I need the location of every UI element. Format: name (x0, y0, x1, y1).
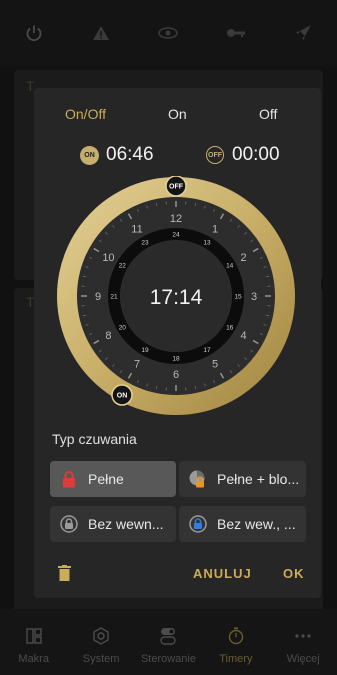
dial-tick (155, 202, 158, 207)
nav-label: Więcej (286, 653, 320, 665)
on-marker-label: ON (117, 393, 128, 400)
mode-selector: On/Off On Off (34, 106, 321, 126)
top-toolbar (0, 0, 337, 66)
more-icon (294, 627, 312, 645)
arming-type-label: Typ czuwania (52, 431, 137, 447)
dial-tick (82, 275, 87, 278)
hour-label: 17 (203, 347, 211, 354)
on-off-times: ON 06:46 OFF 00:00 (34, 142, 321, 170)
bottom-navigation: Makra System Sterowanie Timery Więcej (0, 609, 337, 675)
dial-tick (194, 202, 197, 207)
mode-on-off[interactable]: On/Off (65, 106, 106, 122)
dial-tick (155, 385, 158, 390)
option-label: Pełne + blo... (217, 471, 300, 487)
hour-label: 12 (170, 213, 182, 225)
on-time[interactable]: 06:46 (106, 144, 154, 166)
clock-dial[interactable]: 121234567891011 241314151617181920212223… (56, 176, 296, 416)
mode-on[interactable]: On (168, 106, 187, 122)
mode-off[interactable]: Off (259, 106, 277, 122)
lock-grey-icon (60, 515, 78, 533)
nav-label: System (82, 653, 120, 665)
system-icon (92, 627, 110, 645)
option-full[interactable]: Pełne (50, 461, 176, 497)
nav-timery[interactable]: Timery (204, 609, 268, 675)
nav-sterowanie[interactable]: Sterowanie (136, 609, 200, 675)
hour-label: 15 (234, 293, 242, 300)
cancel-button[interactable]: ANULUJ (193, 566, 252, 581)
dial-tick (82, 314, 87, 317)
off-marker-handle[interactable]: OFF (165, 176, 187, 197)
on-badge-icon: ON (80, 146, 99, 165)
hour-label: 1 (212, 223, 218, 235)
lock-orange-icon (189, 470, 207, 488)
rocket-icon[interactable] (288, 18, 318, 48)
trash-icon[interactable] (58, 565, 71, 586)
option-no-interior[interactable]: Bez wewn... (50, 506, 176, 542)
option-label: Pełne (88, 471, 124, 487)
hour-label: 21 (110, 293, 118, 300)
off-time[interactable]: 00:00 (232, 144, 280, 166)
hour-label: 6 (173, 369, 179, 381)
hour-label: 3 (251, 291, 257, 303)
power-icon[interactable] (19, 18, 49, 48)
dial-tick (265, 275, 270, 278)
hour-label: 9 (95, 291, 101, 303)
hour-label: 23 (141, 240, 149, 247)
dial-tick (265, 314, 270, 317)
option-label: Bez wew., ... (217, 516, 296, 532)
ok-button[interactable]: OK (283, 566, 305, 581)
nav-wiecej[interactable]: Więcej (271, 609, 335, 675)
current-time: 17:14 (150, 286, 203, 309)
hour-label: 19 (141, 347, 149, 354)
hour-label: 14 (226, 262, 234, 269)
hour-label: 13 (203, 240, 211, 247)
timer-icon (227, 627, 245, 645)
key-icon[interactable] (221, 18, 251, 48)
nav-system[interactable]: System (69, 609, 133, 675)
lock-red-icon (60, 470, 78, 488)
macros-icon (25, 627, 43, 645)
control-icon (159, 627, 177, 645)
hour-label: 4 (240, 330, 246, 342)
off-marker-label: OFF (169, 184, 184, 191)
hour-label: 22 (119, 262, 127, 269)
hour-label: 8 (105, 330, 111, 342)
hour-label: 16 (226, 324, 234, 331)
timer-dialog: On/Off On Off ON 06:46 OFF 00:00 12 1 2 3 4 5… (34, 88, 321, 598)
nav-label: Sterowanie (140, 653, 196, 665)
hour-label: 11 (131, 223, 142, 235)
hour-label: 10 (102, 252, 114, 264)
hour-label: 2 (240, 252, 246, 264)
option-full-block[interactable]: Pełne + blo... (179, 461, 306, 497)
eye-icon[interactable] (153, 18, 183, 48)
lock-blue-icon (189, 515, 207, 533)
hour-label: 7 (134, 359, 140, 371)
warning-icon[interactable] (86, 18, 116, 48)
nav-makra[interactable]: Makra (2, 609, 66, 675)
hour-label: 20 (119, 324, 127, 331)
option-no-interior-block[interactable]: Bez wew., ... (179, 506, 306, 542)
dial-tick (194, 385, 197, 390)
off-badge-icon: OFF (206, 146, 224, 164)
nav-label: Timery (219, 653, 253, 665)
dialog-actions: ANULUJ OK (34, 562, 321, 588)
hour-label: 18 (172, 355, 180, 362)
option-label: Bez wewn... (88, 516, 164, 532)
nav-label: Makra (18, 653, 49, 665)
on-marker-handle[interactable]: ON (111, 384, 133, 406)
hour-label: 5 (212, 359, 218, 371)
hour-label: 24 (172, 231, 180, 238)
